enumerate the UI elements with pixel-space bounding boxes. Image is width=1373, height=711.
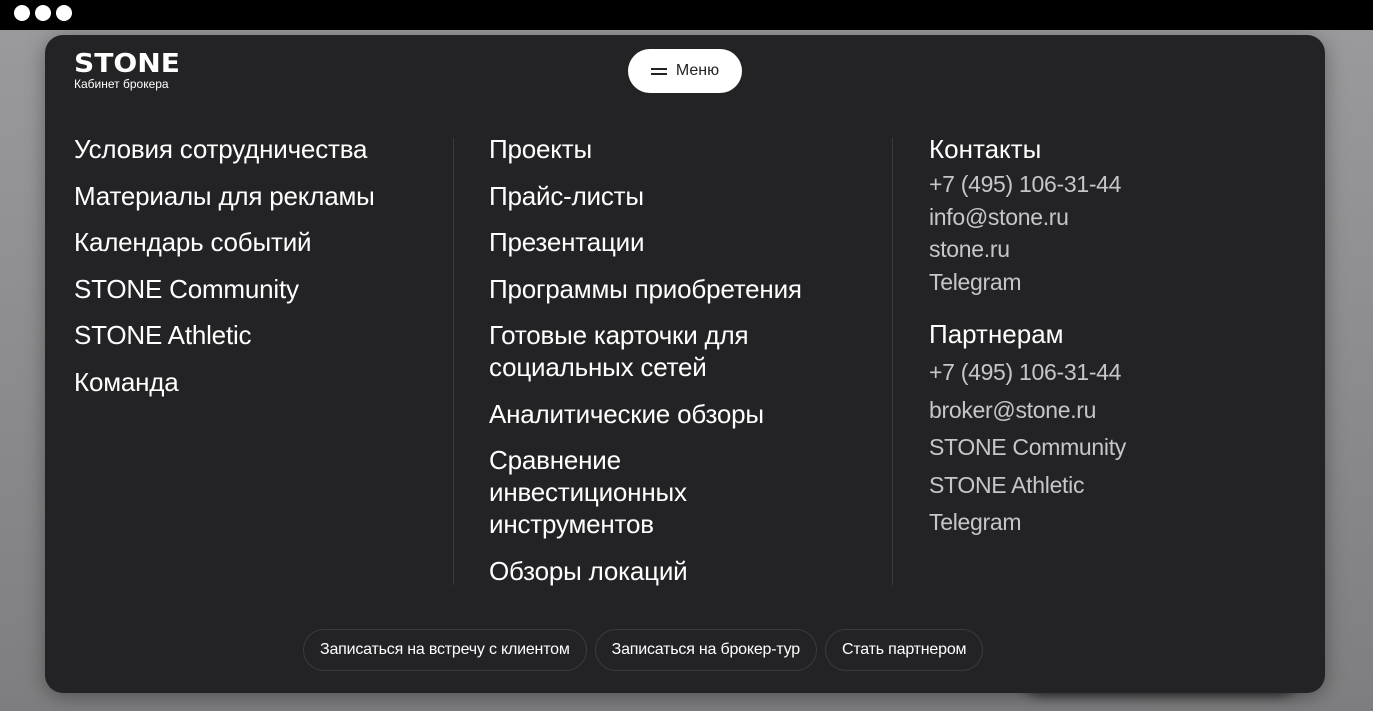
nav-link-stone-community[interactable]: STONE Community [74,273,454,305]
menu-panel: STONE Кабинет брокера Меню Условия сотру… [45,35,1325,693]
contacts-email-link[interactable]: info@stone.ru [929,201,1309,234]
partners-community-link[interactable]: STONE Community [929,429,1309,467]
partners-title: Партнерам [929,319,1064,349]
partners-telegram-link[interactable]: Telegram [929,504,1309,542]
column-divider [892,138,893,585]
nav-link-analytics[interactable]: Аналитические обзоры [489,398,889,430]
window-maximize-dot-icon[interactable] [56,5,72,21]
menu-button[interactable]: Меню [628,49,742,93]
menu-button-label: Меню [675,62,720,79]
logo-wordmark: STONE [74,49,180,79]
partners-athletic-link[interactable]: STONE Athletic [929,467,1309,505]
nav-link-purchase-programs[interactable]: Программы приобретения [489,273,889,305]
nav-link-events-calendar[interactable]: Календарь событий [74,226,454,258]
nav-link-ad-materials[interactable]: Материалы для рекламы [74,180,454,212]
nav-link-location-reviews[interactable]: Обзоры локаций [489,555,889,587]
nav-link-team[interactable]: Команда [74,366,454,398]
nav-link-investment-comparison[interactable]: Сравнение инвестиционных инструментов [489,444,729,540]
nav-link-price-lists[interactable]: Прайс-листы [489,180,889,212]
logo-subtitle: Кабинет брокера [74,77,169,91]
nav-link-projects[interactable]: Проекты [489,133,889,165]
nav-link-social-cards[interactable]: Готовые карточки для социальных сетей [489,319,789,383]
partners-email-link[interactable]: broker@stone.ru [929,392,1309,430]
contacts-site-link[interactable]: stone.ru [929,233,1309,266]
nav-column-projects: Проекты Прайс-листы Презентации Программ… [489,133,889,601]
window-close-dot-icon[interactable] [14,5,30,21]
burger-icon [650,67,667,75]
book-client-meeting-button[interactable]: Записаться на встречу с клиентом [303,629,587,671]
become-partner-button[interactable]: Стать партнером [825,629,984,671]
nav-link-stone-athletic[interactable]: STONE Athletic [74,319,454,351]
window-minimize-dot-icon[interactable] [35,5,51,21]
stone-logo[interactable]: STONE Кабинет брокера [74,51,180,91]
nav-link-presentations[interactable]: Презентации [489,226,889,258]
contacts-column: Контакты +7 (495) 106-31-44 info@stone.r… [929,133,1309,542]
contacts-telegram-link[interactable]: Telegram [929,266,1309,299]
window-controls [14,5,72,21]
book-broker-tour-button[interactable]: Записаться на брокер-тур [594,629,817,671]
partners-phone-link[interactable]: +7 (495) 106-31-44 [929,354,1309,392]
action-buttons: Записаться на встречу с клиентом Записат… [303,629,984,671]
contacts-phone-link[interactable]: +7 (495) 106-31-44 [929,168,1309,201]
contacts-title: Контакты [929,134,1042,164]
partners-section: Партнерам +7 (495) 106-31-44 broker@ston… [929,318,1309,542]
nav-column-main: Условия сотрудничества Материалы для рек… [74,133,454,412]
window-titlebar [0,0,1373,30]
column-divider [453,138,454,585]
nav-link-partnership-terms[interactable]: Условия сотрудничества [74,133,454,165]
